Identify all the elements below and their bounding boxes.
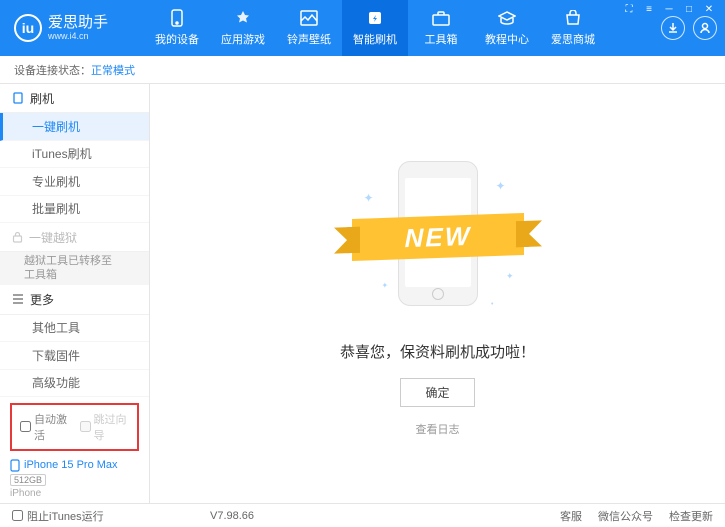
device-storage: 512GB	[10, 474, 46, 486]
download-button[interactable]	[661, 16, 685, 40]
skip-guide-checkbox[interactable]: 跳过向导	[80, 411, 130, 443]
wc-menu-icon[interactable]: ≡	[641, 4, 657, 15]
auto-activate-checkbox[interactable]: 自动激活	[20, 411, 70, 443]
wc-maximize-icon[interactable]: □	[681, 4, 697, 15]
app-url: www.i4.cn	[48, 32, 108, 41]
logo: iu 爱思助手 www.i4.cn	[14, 14, 144, 42]
footer: 阻止iTunes运行 V7.98.66 客服 微信公众号 检查更新	[0, 503, 725, 527]
sidebar: 刷机 一键刷机 iTunes刷机 专业刷机 批量刷机 一键越狱 越狱工具已转移至…	[0, 84, 150, 503]
nav-toolbox[interactable]: 工具箱	[408, 0, 474, 56]
nav-my-device[interactable]: 我的设备	[144, 0, 210, 56]
sidebar-item-advanced[interactable]: 高级功能	[0, 370, 149, 397]
new-ribbon: NEW	[352, 212, 524, 260]
wc-close-icon[interactable]: ✕	[701, 4, 717, 15]
app-version: V7.98.66	[210, 510, 254, 522]
status-bar: 设备连接状态： 正常模式	[0, 56, 725, 84]
sidebar-item-download-firmware[interactable]: 下载固件	[0, 342, 149, 369]
wc-gift-icon[interactable]: ⛶	[621, 4, 637, 15]
nav-ringtone-wallpaper[interactable]: 铃声壁纸	[276, 0, 342, 56]
sidebar-item-batch-flash[interactable]: 批量刷机	[0, 196, 149, 223]
wallpaper-icon	[300, 9, 318, 27]
view-log-link[interactable]: 查看日志	[416, 421, 460, 437]
sidebar-group-more[interactable]: 更多	[0, 285, 149, 314]
ok-button[interactable]: 确定	[400, 378, 474, 407]
status-label: 设备连接状态：	[14, 62, 91, 78]
checkbox-area: 自动激活 跳过向导	[10, 403, 139, 451]
device-info: iPhone 15 Pro Max 512GB iPhone	[0, 455, 149, 503]
footer-link-update[interactable]: 检查更新	[669, 508, 713, 524]
main-content: ✦ ✦ ✦ ✦ • • NEW 恭喜您，保资料刷机成功啦！ 确定 查看日志	[150, 84, 725, 503]
lock-icon	[12, 231, 23, 243]
device-phone-icon	[10, 459, 20, 472]
phone-icon	[168, 9, 186, 27]
tutorial-icon	[498, 9, 516, 27]
nav-apps-games[interactable]: 应用游戏	[210, 0, 276, 56]
store-icon	[564, 9, 582, 27]
sidebar-item-other-tools[interactable]: 其他工具	[0, 315, 149, 342]
success-illustration: ✦ ✦ ✦ ✦ • • NEW	[358, 151, 518, 321]
sidebar-item-oneclick-flash[interactable]: 一键刷机	[0, 113, 149, 140]
flash-icon	[366, 9, 384, 27]
toolbox-icon	[432, 9, 450, 27]
nav-tutorials[interactable]: 教程中心	[474, 0, 540, 56]
app-header: iu 爱思助手 www.i4.cn 我的设备 应用游戏 铃声壁纸 智能刷机 工具…	[0, 0, 725, 56]
app-name: 爱思助手	[48, 15, 108, 30]
logo-icon: iu	[14, 14, 42, 42]
footer-link-wechat[interactable]: 微信公众号	[598, 508, 653, 524]
sidebar-group-flash[interactable]: 刷机	[0, 84, 149, 113]
wc-minimize-icon[interactable]: ─	[661, 4, 677, 15]
status-mode: 正常模式	[91, 62, 135, 78]
block-itunes-checkbox[interactable]: 阻止iTunes运行	[12, 508, 104, 524]
sidebar-item-pro-flash[interactable]: 专业刷机	[0, 168, 149, 195]
footer-link-support[interactable]: 客服	[560, 508, 582, 524]
more-icon	[12, 294, 24, 304]
device-name[interactable]: iPhone 15 Pro Max	[10, 459, 139, 472]
sidebar-item-itunes-flash[interactable]: iTunes刷机	[0, 141, 149, 168]
device-type: iPhone	[10, 488, 139, 499]
sidebar-group-jailbreak: 一键越狱	[0, 223, 149, 252]
nav-smart-flash[interactable]: 智能刷机	[342, 0, 408, 56]
sidebar-jailbreak-note: 越狱工具已转移至 工具箱	[0, 252, 149, 285]
nav-store[interactable]: 爱思商城	[540, 0, 606, 56]
apps-icon	[234, 9, 252, 27]
success-message: 恭喜您，保资料刷机成功啦！	[340, 341, 535, 362]
user-button[interactable]	[693, 16, 717, 40]
flash-group-icon	[12, 92, 24, 104]
main-nav: 我的设备 应用游戏 铃声壁纸 智能刷机 工具箱 教程中心 爱思商城	[144, 0, 661, 56]
